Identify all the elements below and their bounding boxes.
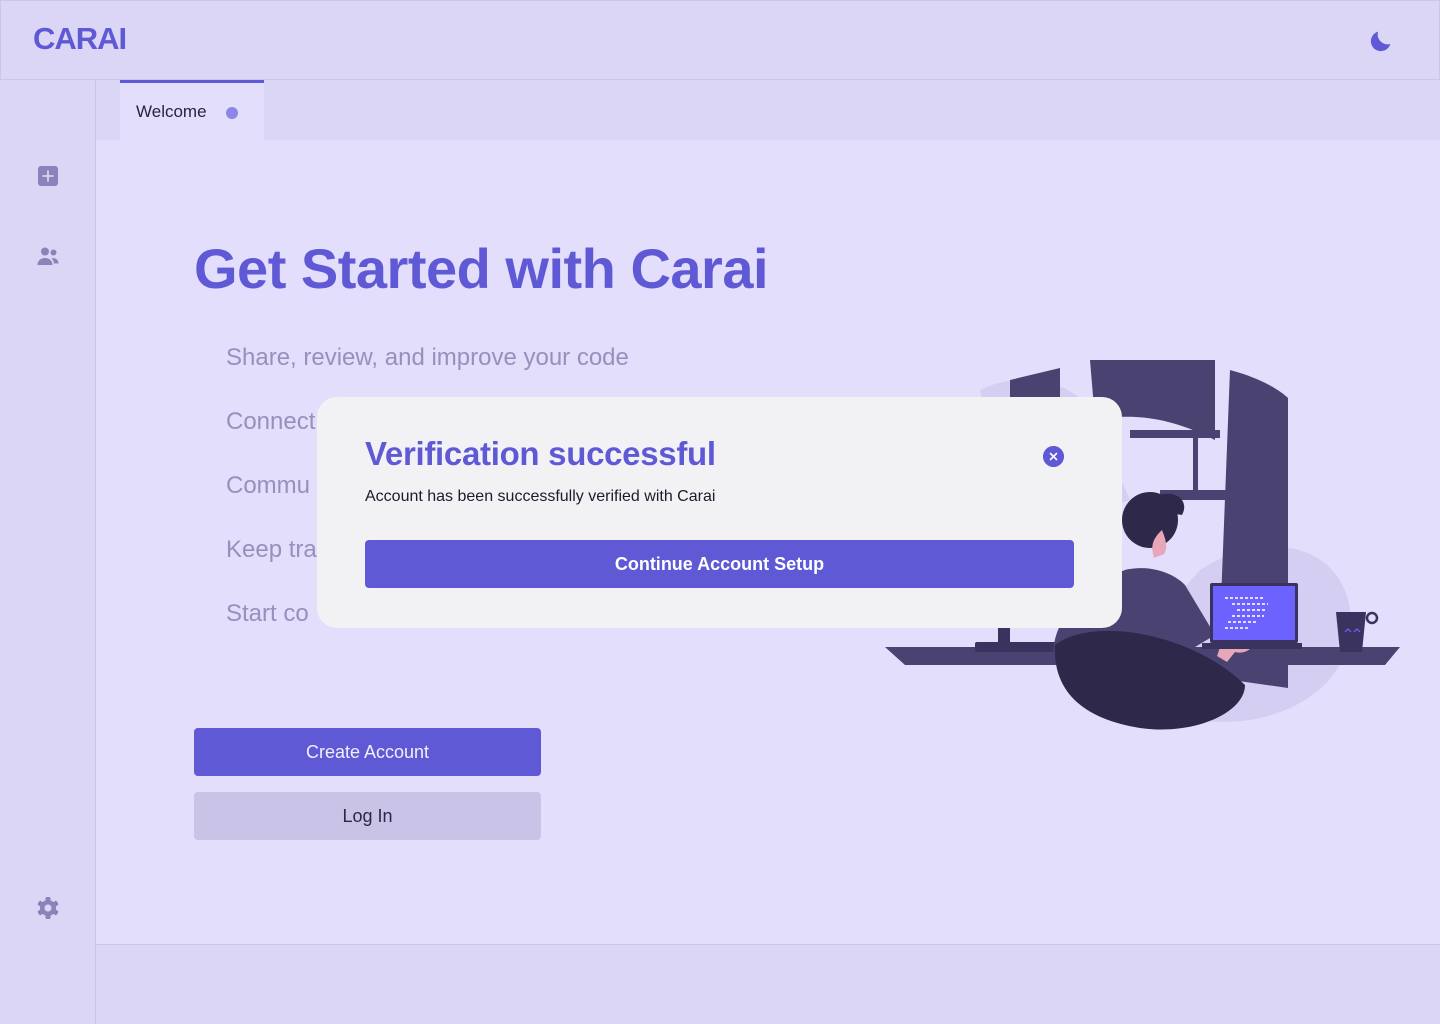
tab-bar: Welcome bbox=[96, 80, 1440, 140]
modal-title: Verification successful bbox=[365, 435, 716, 472]
unsaved-indicator bbox=[226, 107, 238, 119]
create-account-button[interactable]: Create Account bbox=[194, 728, 541, 776]
verification-modal: Verification successful Account has been… bbox=[317, 397, 1122, 628]
modal-message: Account has been successfully verified w… bbox=[365, 488, 716, 505]
plus-square-icon[interactable] bbox=[36, 164, 60, 188]
tab-welcome[interactable]: Welcome bbox=[120, 80, 264, 140]
sidebar bbox=[0, 80, 96, 1024]
footer-bar bbox=[96, 944, 1440, 1024]
continue-account-setup-button[interactable]: Continue Account Setup bbox=[365, 540, 1074, 588]
tab-label: Welcome bbox=[136, 102, 207, 121]
users-icon[interactable] bbox=[36, 244, 60, 268]
login-button[interactable]: Log In bbox=[194, 792, 541, 840]
page-title: Get Started with Carai bbox=[194, 237, 769, 300]
moon-icon[interactable] bbox=[1367, 27, 1395, 55]
app-logo[interactable]: CARAI bbox=[33, 21, 127, 57]
gear-icon[interactable] bbox=[36, 896, 60, 920]
top-bar: CARAI bbox=[0, 0, 1440, 80]
close-icon[interactable] bbox=[1043, 446, 1064, 467]
